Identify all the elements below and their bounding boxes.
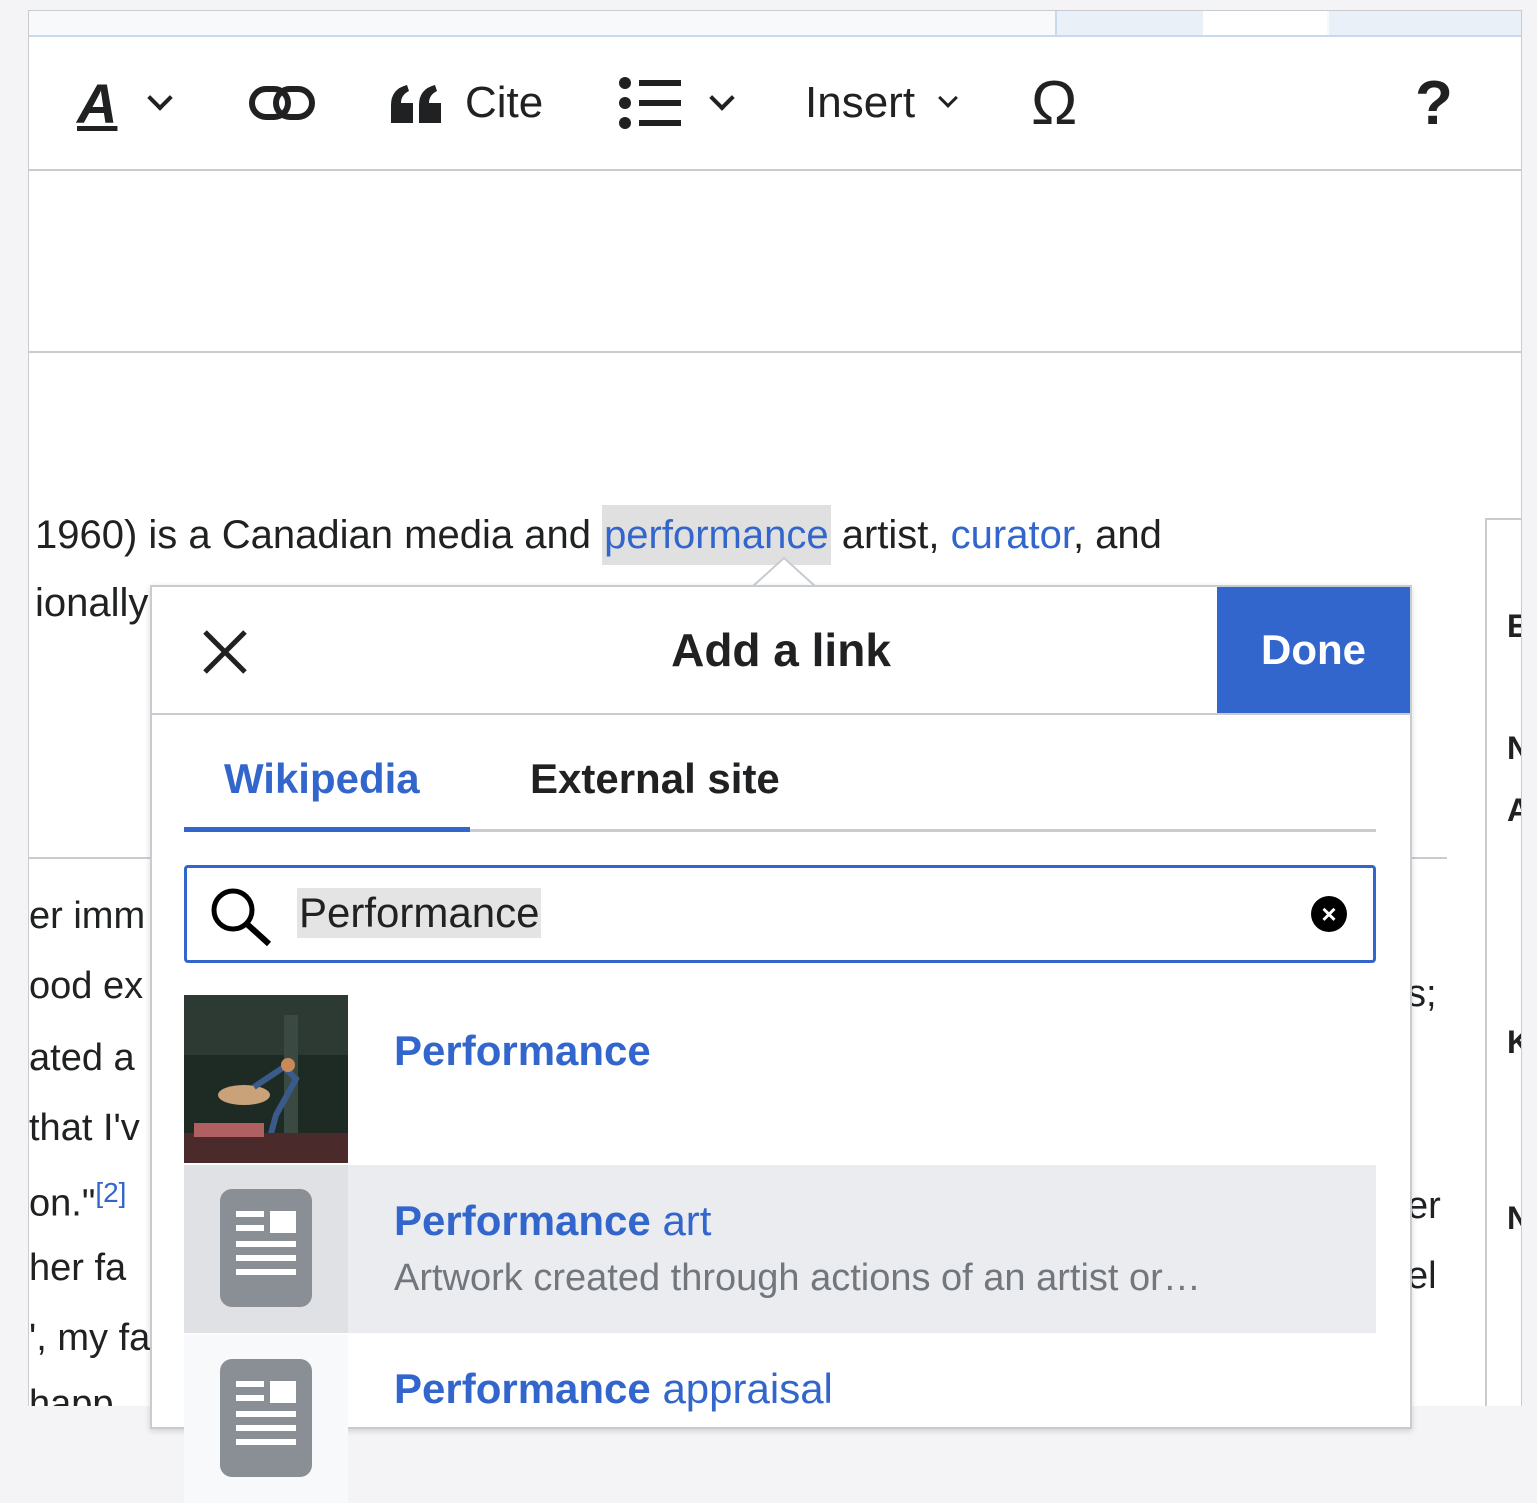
infobox-label: N [1507,730,1521,767]
tab-strip [29,11,1521,37]
infobox-label: N [1507,1200,1521,1237]
cite-button[interactable]: Cite [389,37,543,169]
search-result-item[interactable]: Performance art Artwork created through … [184,1165,1376,1333]
article-text: artist, [830,513,951,557]
text-fragment: ated a [29,1037,135,1079]
text-style-icon: A [77,71,118,135]
editor-toolbar: A Cite Insert Ω ? [29,37,1521,171]
article-text: , and [1072,513,1162,557]
tab-segment[interactable] [1055,11,1205,35]
omega-icon: Ω [1031,68,1078,138]
article-sentence: 1960) is a Canadian media and performanc… [35,505,1162,565]
list-button[interactable] [619,37,735,169]
insert-label: Insert [805,78,916,127]
tab-segment[interactable] [1329,11,1521,35]
insert-menu-button[interactable]: Insert [805,37,958,169]
infobox-label: E [1507,608,1521,645]
article-text-fragment: ionally [35,581,149,625]
help-button[interactable]: ? [1415,37,1453,169]
link-button[interactable] [249,37,315,169]
active-tab-indicator [184,827,470,832]
dialog-pointer [752,556,816,588]
notice-area [29,171,1521,353]
link-icon [249,86,315,120]
tab-wikipedia[interactable]: Wikipedia [224,755,420,803]
chevron-down-icon [938,88,958,108]
link-type-tabs: Wikipedia External site [184,737,1376,832]
text-fragment: on." [29,1182,96,1225]
performance-thumbnail-image [184,995,348,1163]
text-fragment: ', my fa [29,1317,151,1359]
text-style-button[interactable]: A [77,37,174,169]
text-fragment: happ [29,1383,114,1406]
infobox-label: K [1507,1024,1521,1061]
link-dialog: Add a link Done Wikipedia External site … [150,585,1412,1503]
text-fragment: her fa [29,1247,127,1289]
result-title[interactable]: Performance art [394,1197,711,1245]
article-text: 1960) is a Canadian media and [35,513,603,557]
text-fragment: ood ex [29,965,144,1007]
bulleted-list-icon [619,77,681,129]
infobox: E N A K N [1485,518,1521,1406]
result-title-match: Performance [394,1197,651,1244]
result-title[interactable]: Performance appraisal [394,1365,833,1413]
text-fragment: that I'v [29,1107,140,1149]
curator-link[interactable]: curator [951,513,1073,557]
result-title-match: Performance [394,1027,651,1074]
citation-link[interactable]: [2] [95,1177,126,1208]
special-character-button[interactable]: Ω [1031,37,1077,169]
chevron-down-icon [709,85,735,111]
search-input-value[interactable]: Performance [297,888,542,938]
clear-search-icon[interactable]: × [1311,896,1347,932]
search-result-item[interactable]: Performance [184,995,1376,1163]
tab-segment-active[interactable] [1203,11,1327,35]
article-placeholder-icon [220,1189,312,1307]
article-placeholder-icon [220,1359,312,1477]
done-button[interactable]: Done [1217,587,1410,713]
result-title[interactable]: Performance [394,1027,651,1075]
result-thumbnail [184,1335,348,1503]
text-fragment: er [1407,1185,1441,1227]
text-fragment-with-citation: on."[2] [29,1177,126,1226]
text-fragment: er imm [29,895,146,937]
search-icon [211,888,272,946]
dialog-header: Add a link Done [152,587,1410,715]
result-thumbnail [184,1165,348,1333]
cite-label: Cite [465,78,544,127]
link-search-input[interactable]: Performance × [184,865,1376,963]
quote-icon [391,85,441,123]
result-title-rest: art [650,1197,712,1244]
chevron-down-icon [147,85,174,111]
infobox-label: A [1507,792,1521,829]
result-description: Artwork created through actions of an ar… [394,1257,1201,1299]
search-result-item[interactable]: Performance appraisal [184,1335,1376,1503]
help-icon: ? [1415,68,1453,138]
tab-external-site[interactable]: External site [530,755,780,803]
